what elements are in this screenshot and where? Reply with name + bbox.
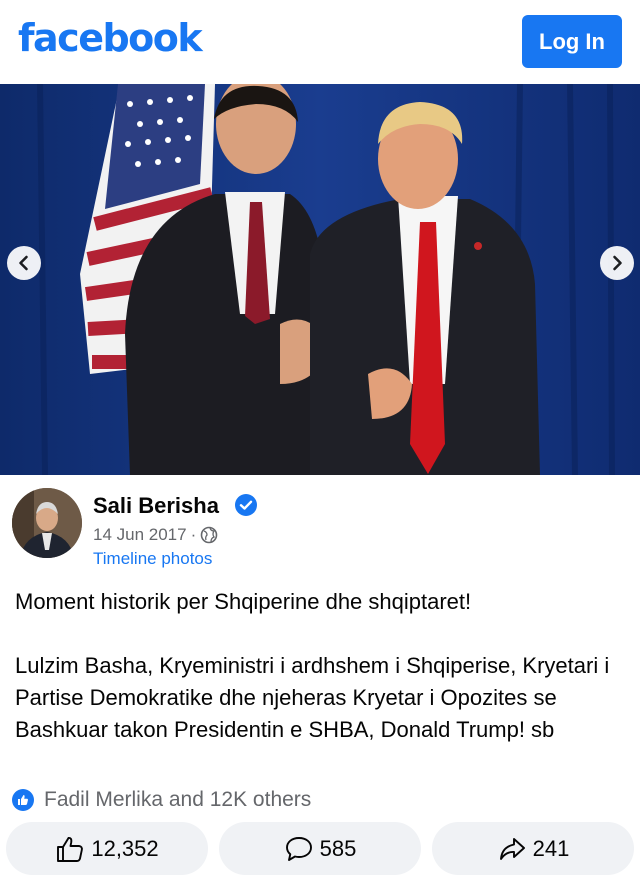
reactions-text: Fadil Merlika and 12K others	[44, 788, 312, 811]
post-text: Moment historik per Shqiperine dhe shqip…	[15, 586, 625, 746]
verified-badge-icon	[235, 494, 257, 516]
post-date[interactable]: 14 Jun 2017	[93, 525, 187, 545]
like-count: 12,352	[91, 835, 159, 861]
meta-separator: ·	[190, 525, 197, 544]
share-arrow-icon	[499, 837, 525, 860]
photo-image	[0, 84, 640, 475]
post-paragraph: Moment historik per Shqiperine dhe shqip…	[15, 589, 472, 614]
post-paragraph: Lulzim Basha, Kryeministri i ardhshem i …	[15, 653, 610, 742]
comment-button[interactable]: 585	[219, 822, 421, 875]
post-header: Sali Berisha 14 Jun 2017 · Timeline phot…	[0, 485, 640, 570]
avatar-image	[12, 488, 82, 558]
globe-icon	[200, 526, 218, 544]
top-bar: facebook Log In	[0, 0, 640, 84]
post-photo[interactable]	[0, 84, 640, 475]
comment-bubble-icon	[285, 836, 312, 861]
post-meta: 14 Jun 2017 ·	[93, 525, 218, 545]
login-button[interactable]: Log In	[522, 15, 622, 68]
comment-count: 585	[319, 835, 357, 861]
share-count: 241	[532, 835, 570, 861]
share-button[interactable]: 241	[432, 822, 634, 875]
photo-next-button[interactable]	[600, 246, 634, 280]
chevron-right-icon	[613, 255, 622, 271]
chevron-left-icon	[19, 255, 28, 271]
thumbs-up-icon	[57, 836, 84, 862]
like-reaction-icon	[12, 789, 34, 811]
photo-prev-button[interactable]	[7, 246, 41, 280]
author-name[interactable]: Sali Berisha	[93, 493, 219, 519]
author-avatar[interactable]	[12, 488, 82, 558]
reactions-summary[interactable]: Fadil Merlika and 12K others	[12, 786, 311, 814]
like-button[interactable]: 12,352	[6, 822, 208, 875]
album-link[interactable]: Timeline photos	[93, 549, 212, 569]
facebook-logo[interactable]: facebook	[18, 16, 203, 60]
